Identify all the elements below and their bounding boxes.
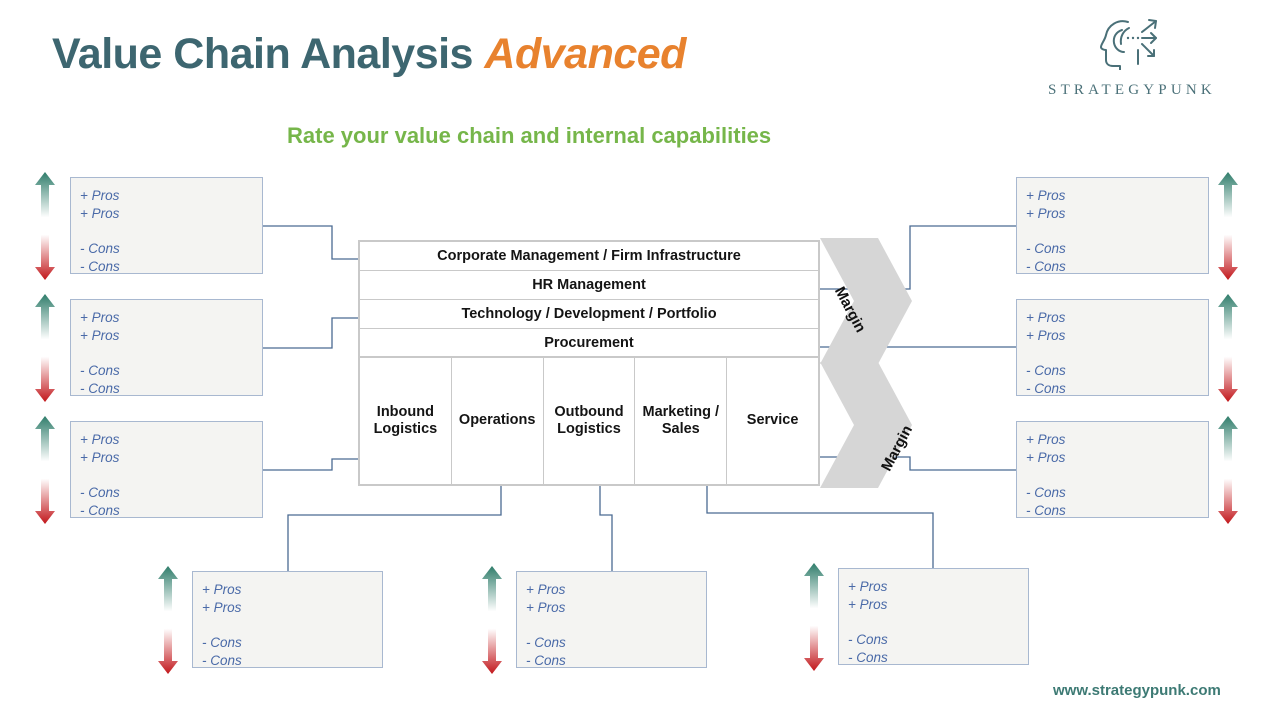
rating-card-box[interactable]: + Pros + Pros - Cons - Cons bbox=[1016, 299, 1209, 396]
page-title-accent: Advanced bbox=[484, 30, 686, 78]
cons-line-1[interactable]: - Cons bbox=[202, 634, 376, 652]
rating-card-box[interactable]: + Pros + Pros - Cons - Cons bbox=[192, 571, 383, 668]
cons-line-2[interactable]: - Cons bbox=[80, 502, 256, 520]
pros-line-2[interactable]: + Pros bbox=[848, 596, 1022, 614]
pros-line-2[interactable]: + Pros bbox=[80, 327, 256, 345]
cons-line-2[interactable]: - Cons bbox=[526, 652, 700, 670]
cons-line-2[interactable]: - Cons bbox=[1026, 502, 1202, 520]
pros-line-1[interactable]: + Pros bbox=[80, 309, 256, 327]
primary-activity-label-line2: Logistics bbox=[557, 421, 621, 437]
pros-line-2[interactable]: + Pros bbox=[526, 599, 700, 617]
rating-card-box[interactable]: + Pros + Pros - Cons - Cons bbox=[70, 421, 263, 518]
cons-line-1[interactable]: - Cons bbox=[1026, 484, 1202, 502]
rating-card-box[interactable]: + Pros + Pros - Cons - Cons bbox=[1016, 421, 1209, 518]
rating-gradient-arrow-icon[interactable] bbox=[1217, 416, 1239, 524]
cons-line-2[interactable]: - Cons bbox=[1026, 380, 1202, 398]
pros-line-1[interactable]: + Pros bbox=[1026, 431, 1202, 449]
primary-activity-service[interactable]: Service bbox=[727, 358, 818, 484]
pros-line-1[interactable]: + Pros bbox=[848, 578, 1022, 596]
pros-line-1[interactable]: + Pros bbox=[526, 581, 700, 599]
slide-canvas: Value Chain Analysis Advanced Rate your … bbox=[0, 0, 1280, 720]
pros-line-1[interactable]: + Pros bbox=[80, 187, 256, 205]
rating-card-box[interactable]: + Pros + Pros - Cons - Cons bbox=[1016, 177, 1209, 274]
card-spacer bbox=[80, 467, 256, 484]
head-profile-arrows-icon bbox=[1098, 16, 1168, 71]
pros-line-1[interactable]: + Pros bbox=[1026, 309, 1202, 327]
strategypunk-logo: STRATEGYPUNK bbox=[1032, 16, 1232, 106]
rating-card-box[interactable]: + Pros + Pros - Cons - Cons bbox=[516, 571, 707, 668]
rating-gradient-arrow-icon[interactable] bbox=[481, 566, 503, 674]
rating-gradient-arrow-icon[interactable] bbox=[157, 566, 179, 674]
card-spacer bbox=[1026, 223, 1202, 240]
primary-activity-label-line1: Marketing / bbox=[642, 403, 720, 420]
card-spacer bbox=[1026, 345, 1202, 362]
cons-line-2[interactable]: - Cons bbox=[202, 652, 376, 670]
cons-line-2[interactable]: - Cons bbox=[80, 380, 256, 398]
page-subtitle: Rate your value chain and internal capab… bbox=[287, 123, 772, 148]
pros-line-2[interactable]: + Pros bbox=[1026, 449, 1202, 467]
primary-activity-operations[interactable]: Operations bbox=[452, 358, 544, 484]
rating-gradient-arrow-icon[interactable] bbox=[34, 294, 56, 402]
card-spacer bbox=[848, 614, 1022, 631]
rating-gradient-arrow-icon[interactable] bbox=[1217, 294, 1239, 402]
support-activity-procurement[interactable]: Procurement bbox=[360, 329, 818, 358]
pros-line-2[interactable]: + Pros bbox=[202, 599, 376, 617]
primary-activity-label-line2: Sales bbox=[661, 421, 700, 437]
pros-line-1[interactable]: + Pros bbox=[202, 581, 376, 599]
margin-chevron-primary: Margin bbox=[816, 362, 916, 488]
pros-line-1[interactable]: + Pros bbox=[1026, 187, 1202, 205]
cons-line-2[interactable]: - Cons bbox=[80, 258, 256, 276]
cons-line-2[interactable]: - Cons bbox=[848, 649, 1022, 667]
rating-card-box[interactable]: + Pros + Pros - Cons - Cons bbox=[838, 568, 1029, 665]
primary-activity-label-line2: Logistics bbox=[373, 421, 438, 437]
primary-activity-label-line1: Outbound bbox=[554, 403, 624, 420]
rating-gradient-arrow-icon[interactable] bbox=[1217, 172, 1239, 280]
cons-line-1[interactable]: - Cons bbox=[848, 631, 1022, 649]
support-activity-label: Technology / Development / Portfolio bbox=[461, 306, 717, 322]
rating-card-box[interactable]: + Pros + Pros - Cons - Cons bbox=[70, 177, 263, 274]
card-spacer bbox=[202, 617, 376, 634]
pros-line-2[interactable]: + Pros bbox=[80, 449, 256, 467]
pros-line-2[interactable]: + Pros bbox=[80, 205, 256, 223]
page-title: Value Chain Analysis Advanced bbox=[52, 30, 686, 79]
footer-url: www.strategypunk.com bbox=[1053, 682, 1221, 699]
card-spacer bbox=[80, 345, 256, 362]
primary-activity-inbound-logistics[interactable]: Inbound Logistics bbox=[360, 358, 452, 484]
cons-line-1[interactable]: - Cons bbox=[80, 362, 256, 380]
cons-line-1[interactable]: - Cons bbox=[526, 634, 700, 652]
primary-activity-label-line1: Inbound bbox=[376, 403, 434, 420]
card-spacer bbox=[80, 223, 256, 240]
primary-activity-label-line1: Operations bbox=[458, 412, 536, 429]
margin-chevron-support: Margin bbox=[816, 238, 916, 364]
primary-activity-label-line1: Service bbox=[746, 412, 799, 429]
support-activity-label: Procurement bbox=[544, 334, 634, 351]
cons-line-1[interactable]: - Cons bbox=[1026, 240, 1202, 258]
cons-line-2[interactable]: - Cons bbox=[1026, 258, 1202, 276]
support-activity-corporate-management[interactable]: Corporate Management / Firm Infrastructu… bbox=[360, 242, 818, 271]
primary-activities-row: Inbound Logistics Operations Outbound Lo… bbox=[360, 358, 818, 484]
primary-activity-marketing-sales[interactable]: Marketing / Sales bbox=[635, 358, 728, 484]
support-activity-label: Corporate Management / Firm Infrastructu… bbox=[437, 248, 741, 264]
rating-gradient-arrow-icon[interactable] bbox=[803, 563, 825, 671]
page-title-main: Value Chain Analysis bbox=[52, 30, 473, 78]
card-spacer bbox=[526, 617, 700, 634]
pros-line-2[interactable]: + Pros bbox=[1026, 205, 1202, 223]
pros-line-1[interactable]: + Pros bbox=[80, 431, 256, 449]
cons-line-1[interactable]: - Cons bbox=[80, 240, 256, 258]
support-activity-hr-management[interactable]: HR Management bbox=[360, 271, 818, 300]
logo-wordmark: STRATEGYPUNK bbox=[1048, 82, 1216, 98]
value-chain-diagram: Corporate Management / Firm Infrastructu… bbox=[358, 240, 820, 486]
support-activity-technology-development[interactable]: Technology / Development / Portfolio bbox=[360, 300, 818, 329]
cons-line-1[interactable]: - Cons bbox=[80, 484, 256, 502]
pros-line-2[interactable]: + Pros bbox=[1026, 327, 1202, 345]
support-activity-label: HR Management bbox=[532, 277, 646, 293]
card-spacer bbox=[1026, 467, 1202, 484]
rating-card-box[interactable]: + Pros + Pros - Cons - Cons bbox=[70, 299, 263, 396]
rating-gradient-arrow-icon[interactable] bbox=[34, 172, 56, 280]
primary-activity-outbound-logistics[interactable]: Outbound Logistics bbox=[544, 358, 636, 484]
rating-gradient-arrow-icon[interactable] bbox=[34, 416, 56, 524]
cons-line-1[interactable]: - Cons bbox=[1026, 362, 1202, 380]
